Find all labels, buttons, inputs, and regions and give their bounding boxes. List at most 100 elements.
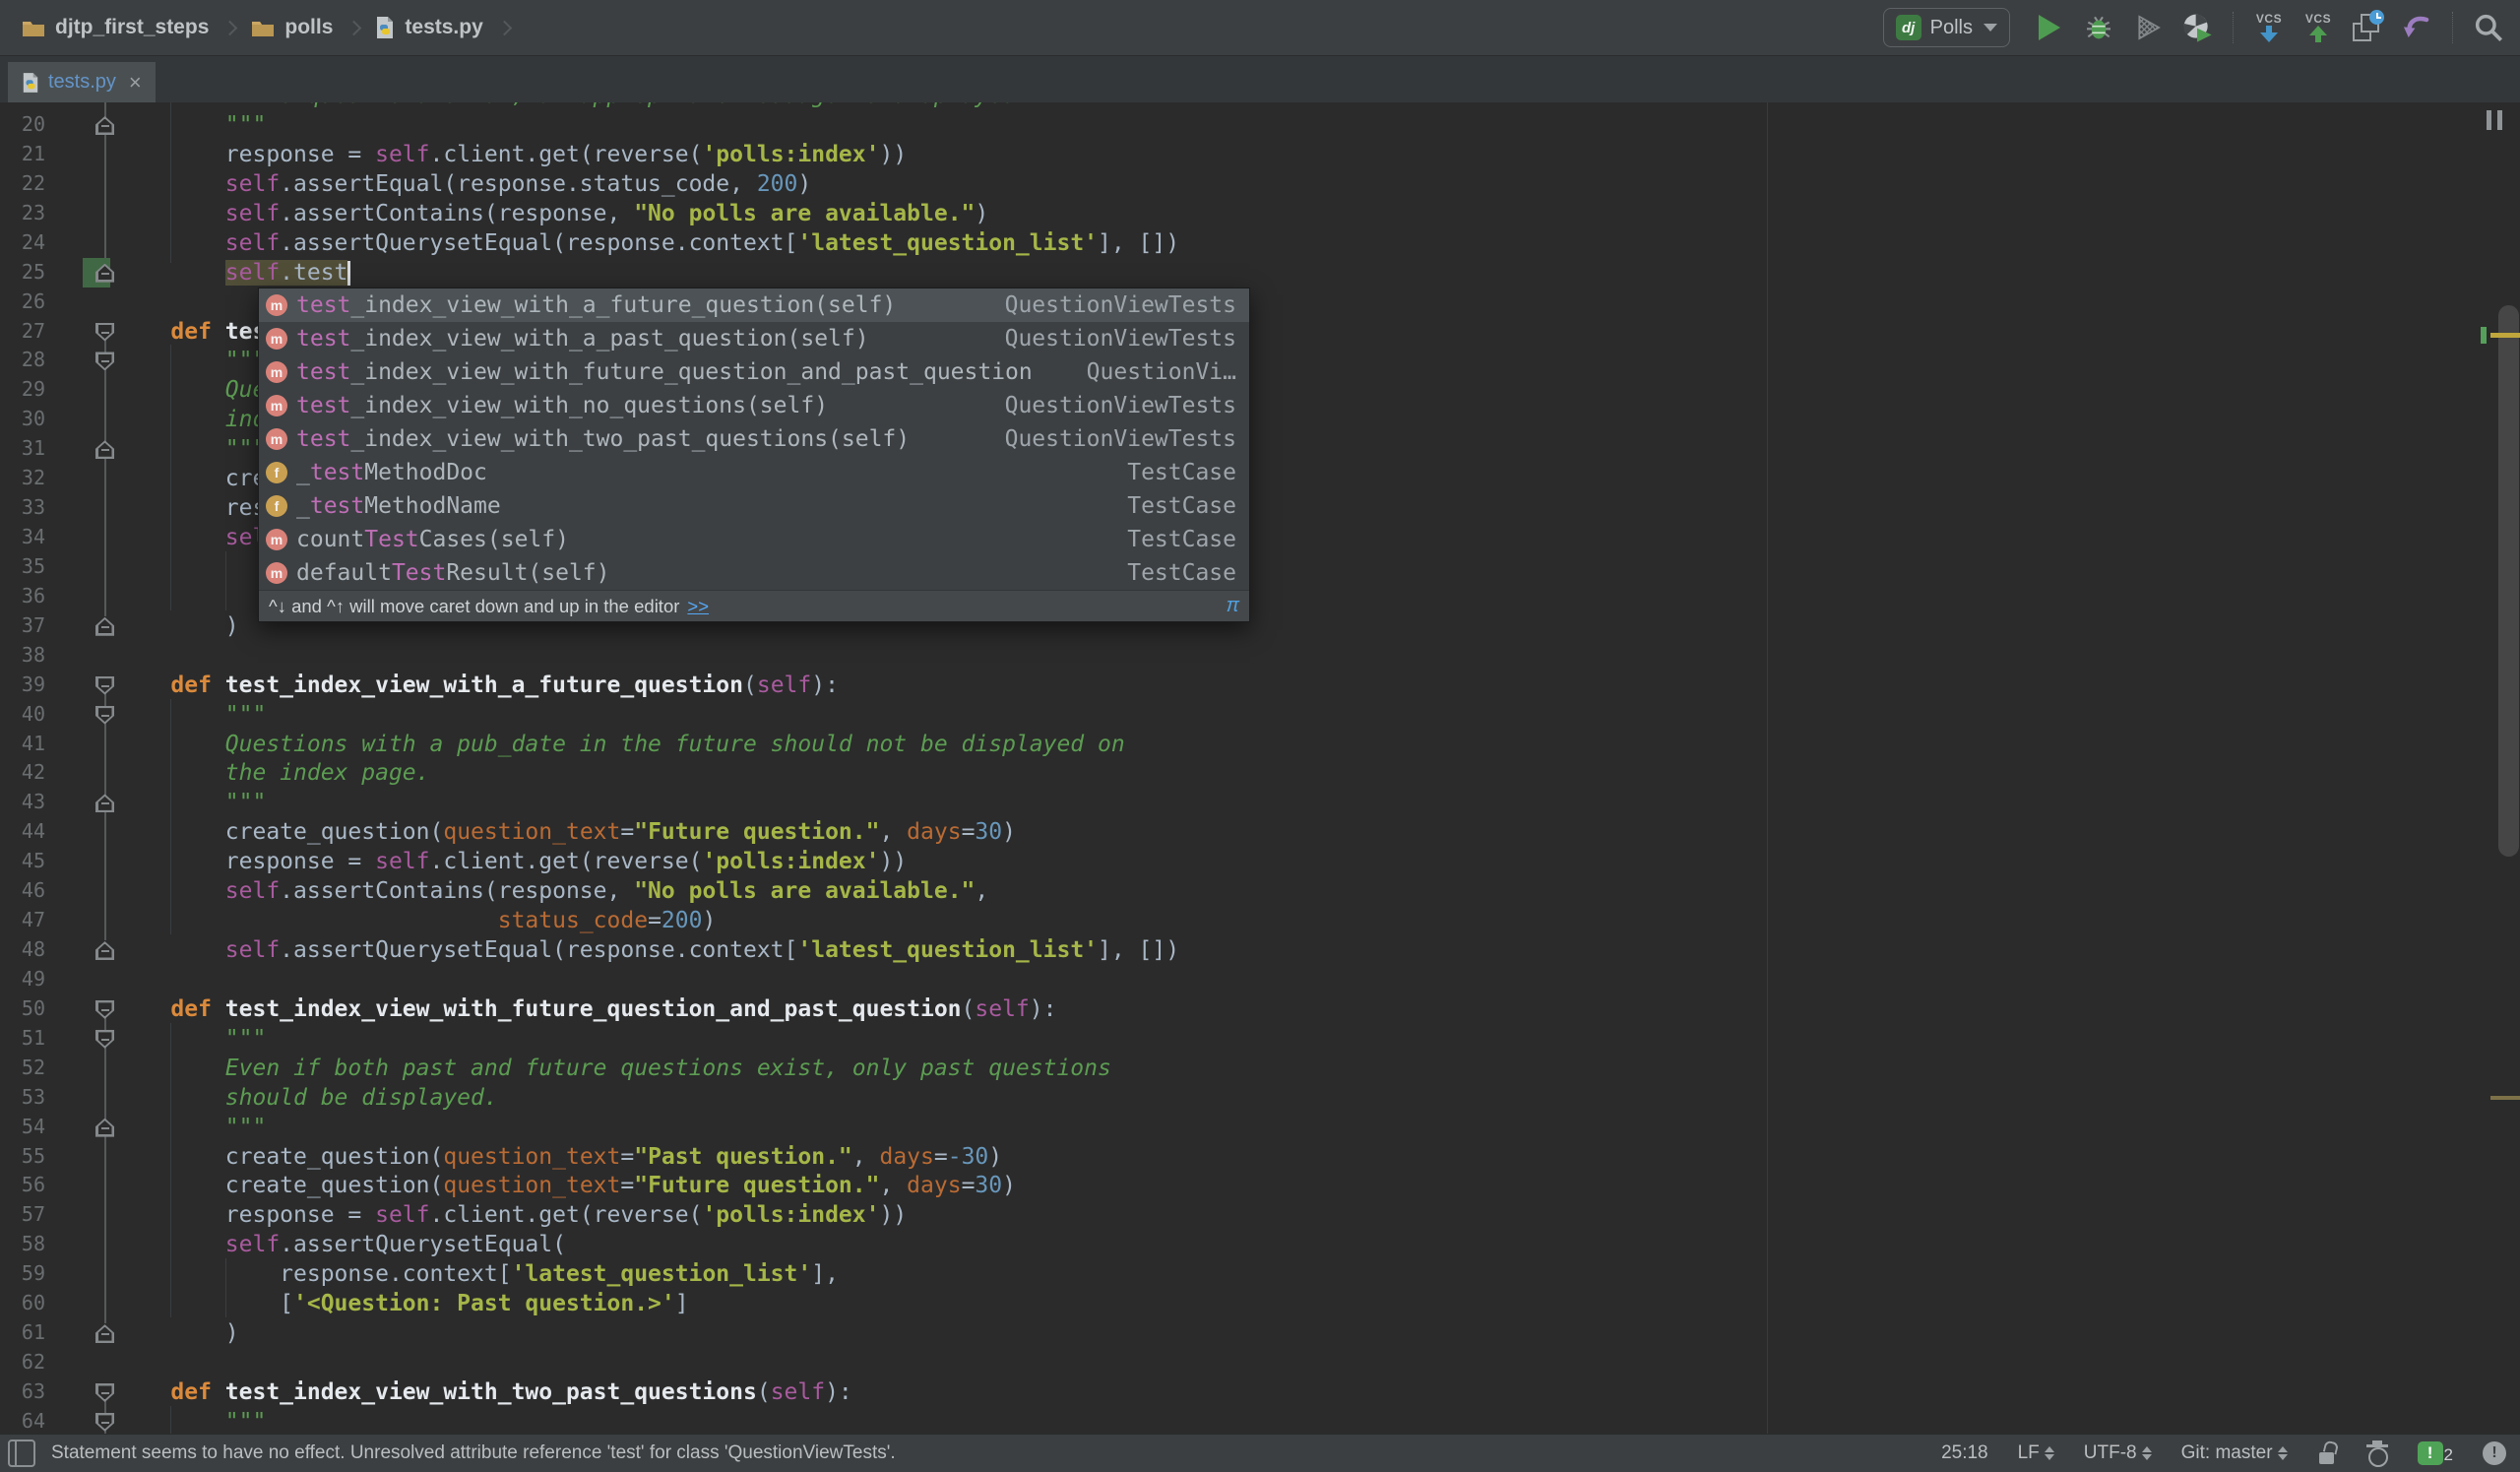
code-text: def test_index_view_with_two_past_questi… (170, 1378, 852, 1405)
code-text: """ (116, 1114, 267, 1140)
code-line: 44 create_question(question_text="Future… (0, 817, 2520, 847)
line-number: 23 (21, 200, 45, 224)
highlighting-level-icon[interactable] (2365, 1440, 2388, 1467)
breadcrumb-item-project[interactable]: djtp_first_steps (22, 16, 209, 39)
completion-item-class: QuestionViewTests (1004, 292, 1236, 318)
line-number: 44 (21, 819, 45, 844)
code-text: ) (116, 1320, 239, 1347)
code-line: 52 Even if both past and future question… (0, 1054, 2520, 1083)
run-with-coverage-button[interactable] (2130, 10, 2166, 45)
profiler-button[interactable] (2179, 10, 2215, 45)
completion-item[interactable]: m test_index_view_with_a_past_question(se… (259, 322, 1249, 355)
breadcrumb-item-file[interactable]: tests.py (375, 16, 483, 39)
django-icon: dj (1895, 15, 1922, 40)
tab-tests-py[interactable]: tests.py × (8, 62, 156, 102)
encoding-widget[interactable]: UTF-8 (2084, 1442, 2152, 1464)
line-number: 31 (21, 436, 45, 461)
completion-item-class: TestCase (1127, 527, 1236, 552)
code-line: 20 """ (0, 110, 2520, 140)
completion-item-name: test_index_view_with_a_future_question(s… (296, 292, 897, 318)
fold-marker-icon[interactable] (95, 794, 114, 813)
python-file-icon (377, 17, 394, 38)
completion-item[interactable]: f _testMethodDoc TestCase (259, 456, 1249, 489)
debug-button[interactable] (2081, 10, 2116, 45)
fold-marker-icon[interactable] (95, 941, 114, 961)
fold-marker-icon[interactable] (95, 263, 114, 283)
completion-item-class: TestCase (1127, 493, 1236, 519)
method-icon: m (266, 395, 287, 416)
fold-marker-icon[interactable] (95, 352, 114, 371)
code-line: 48 self.assertQuerysetEqual(response.con… (0, 935, 2520, 965)
line-number: 24 (21, 229, 45, 254)
fold-marker-icon[interactable] (95, 322, 114, 342)
method-icon: m (266, 361, 287, 383)
weak-warning-stripe-mark[interactable] (2490, 1096, 2520, 1100)
line-number: 25 (21, 259, 45, 284)
breadcrumb-item-package[interactable]: polls (251, 16, 333, 39)
caret-position-widget[interactable]: 25:18 (1941, 1442, 1988, 1464)
fold-marker-icon[interactable] (95, 1382, 114, 1402)
bug-icon (2087, 16, 2110, 39)
line-number: 32 (21, 466, 45, 490)
line-number: 51 (21, 1025, 45, 1050)
code-text: """ (116, 348, 267, 374)
completion-item[interactable]: m countTestCases(self) TestCase (259, 523, 1249, 556)
code-line: 41 Questions with a pub_date in the futu… (0, 730, 2520, 759)
method-icon: m (266, 562, 287, 584)
inspection-status-icon[interactable]: ! (2483, 1441, 2506, 1465)
code-text: create_question(question_text="Future qu… (116, 1173, 1016, 1199)
line-number: 26 (21, 288, 45, 313)
readonly-lock-icon[interactable] (2317, 1440, 2339, 1465)
scrollbar-thumb[interactable] (2498, 305, 2519, 857)
completion-hint-link[interactable]: >> (687, 596, 709, 617)
fold-marker-icon[interactable] (95, 1118, 114, 1137)
close-icon[interactable]: × (129, 71, 142, 94)
completion-item[interactable]: m test_index_view_with_no_questions(self)… (259, 389, 1249, 422)
fold-marker-icon[interactable] (95, 705, 114, 725)
editor-corner-icon[interactable] (2487, 110, 2502, 130)
text-caret (347, 260, 350, 286)
fold-marker-icon[interactable] (95, 1029, 114, 1049)
completion-item[interactable]: m defaultTestResult(self) TestCase (259, 556, 1249, 590)
code-line: 46 self.assertContains(response, "No pol… (0, 876, 2520, 906)
completion-item[interactable]: m test_index_view_with_future_question_an… (259, 355, 1249, 389)
fold-marker-icon[interactable] (95, 1412, 114, 1432)
completion-item-name: test_index_view_with_future_question_and… (296, 359, 1033, 385)
undo-button[interactable] (2399, 10, 2434, 45)
vcs-commit-button[interactable]: VCS (2300, 10, 2336, 45)
tab-label: tests.py (48, 71, 116, 93)
code-text: self.assertContains(response, "No polls … (224, 200, 989, 226)
completion-item[interactable]: m test_index_view_with_a_future_question(… (259, 288, 1249, 322)
code-line: 23 self.assertContains(response, "No pol… (0, 199, 2520, 228)
fold-marker-icon[interactable] (95, 999, 114, 1019)
completion-list: m test_index_view_with_a_future_question(… (259, 288, 1249, 590)
fold-marker-icon[interactable] (95, 616, 114, 636)
run-configuration-select[interactable]: dj Polls (1882, 8, 2010, 47)
line-number: 59 (21, 1261, 45, 1286)
fold-marker-icon[interactable] (95, 116, 114, 135)
completion-item[interactable]: m test_index_view_with_two_past_questions… (259, 422, 1249, 456)
local-history-button[interactable] (2350, 10, 2385, 45)
warning-stripe-mark[interactable] (2490, 333, 2520, 338)
code-text: """ (116, 790, 267, 816)
fold-marker-icon[interactable] (95, 440, 114, 460)
search-everywhere-button[interactable] (2471, 10, 2506, 45)
coverage-icon (2138, 15, 2161, 40)
line-number: 43 (21, 790, 45, 814)
code-line: 60 ['<Question: Past question.>'] (0, 1289, 2520, 1318)
breadcrumb: djtp_first_steps polls tests.py (0, 16, 526, 39)
run-button[interactable] (2032, 10, 2067, 45)
fold-marker-icon[interactable] (95, 675, 114, 695)
code-editor[interactable]: 19 If no questions exist, an appropriate… (0, 102, 2520, 1435)
line-number: 45 (21, 849, 45, 873)
line-number: 19 (0, 102, 45, 106)
completion-item[interactable]: f _testMethodName TestCase (259, 489, 1249, 523)
fold-marker-icon[interactable] (95, 1324, 114, 1344)
vcs-update-button[interactable]: VCS (2251, 10, 2287, 45)
completion-item-name: test_index_view_with_a_past_question(sel… (296, 326, 869, 352)
git-branch-widget[interactable]: Git: master (2181, 1442, 2288, 1464)
chevron-right-icon (496, 20, 513, 35)
event-log-notification[interactable]: ! 2 (2417, 1441, 2453, 1465)
toolwindow-toggle-icon[interactable] (8, 1440, 35, 1467)
line-separator-widget[interactable]: LF (2018, 1442, 2054, 1464)
